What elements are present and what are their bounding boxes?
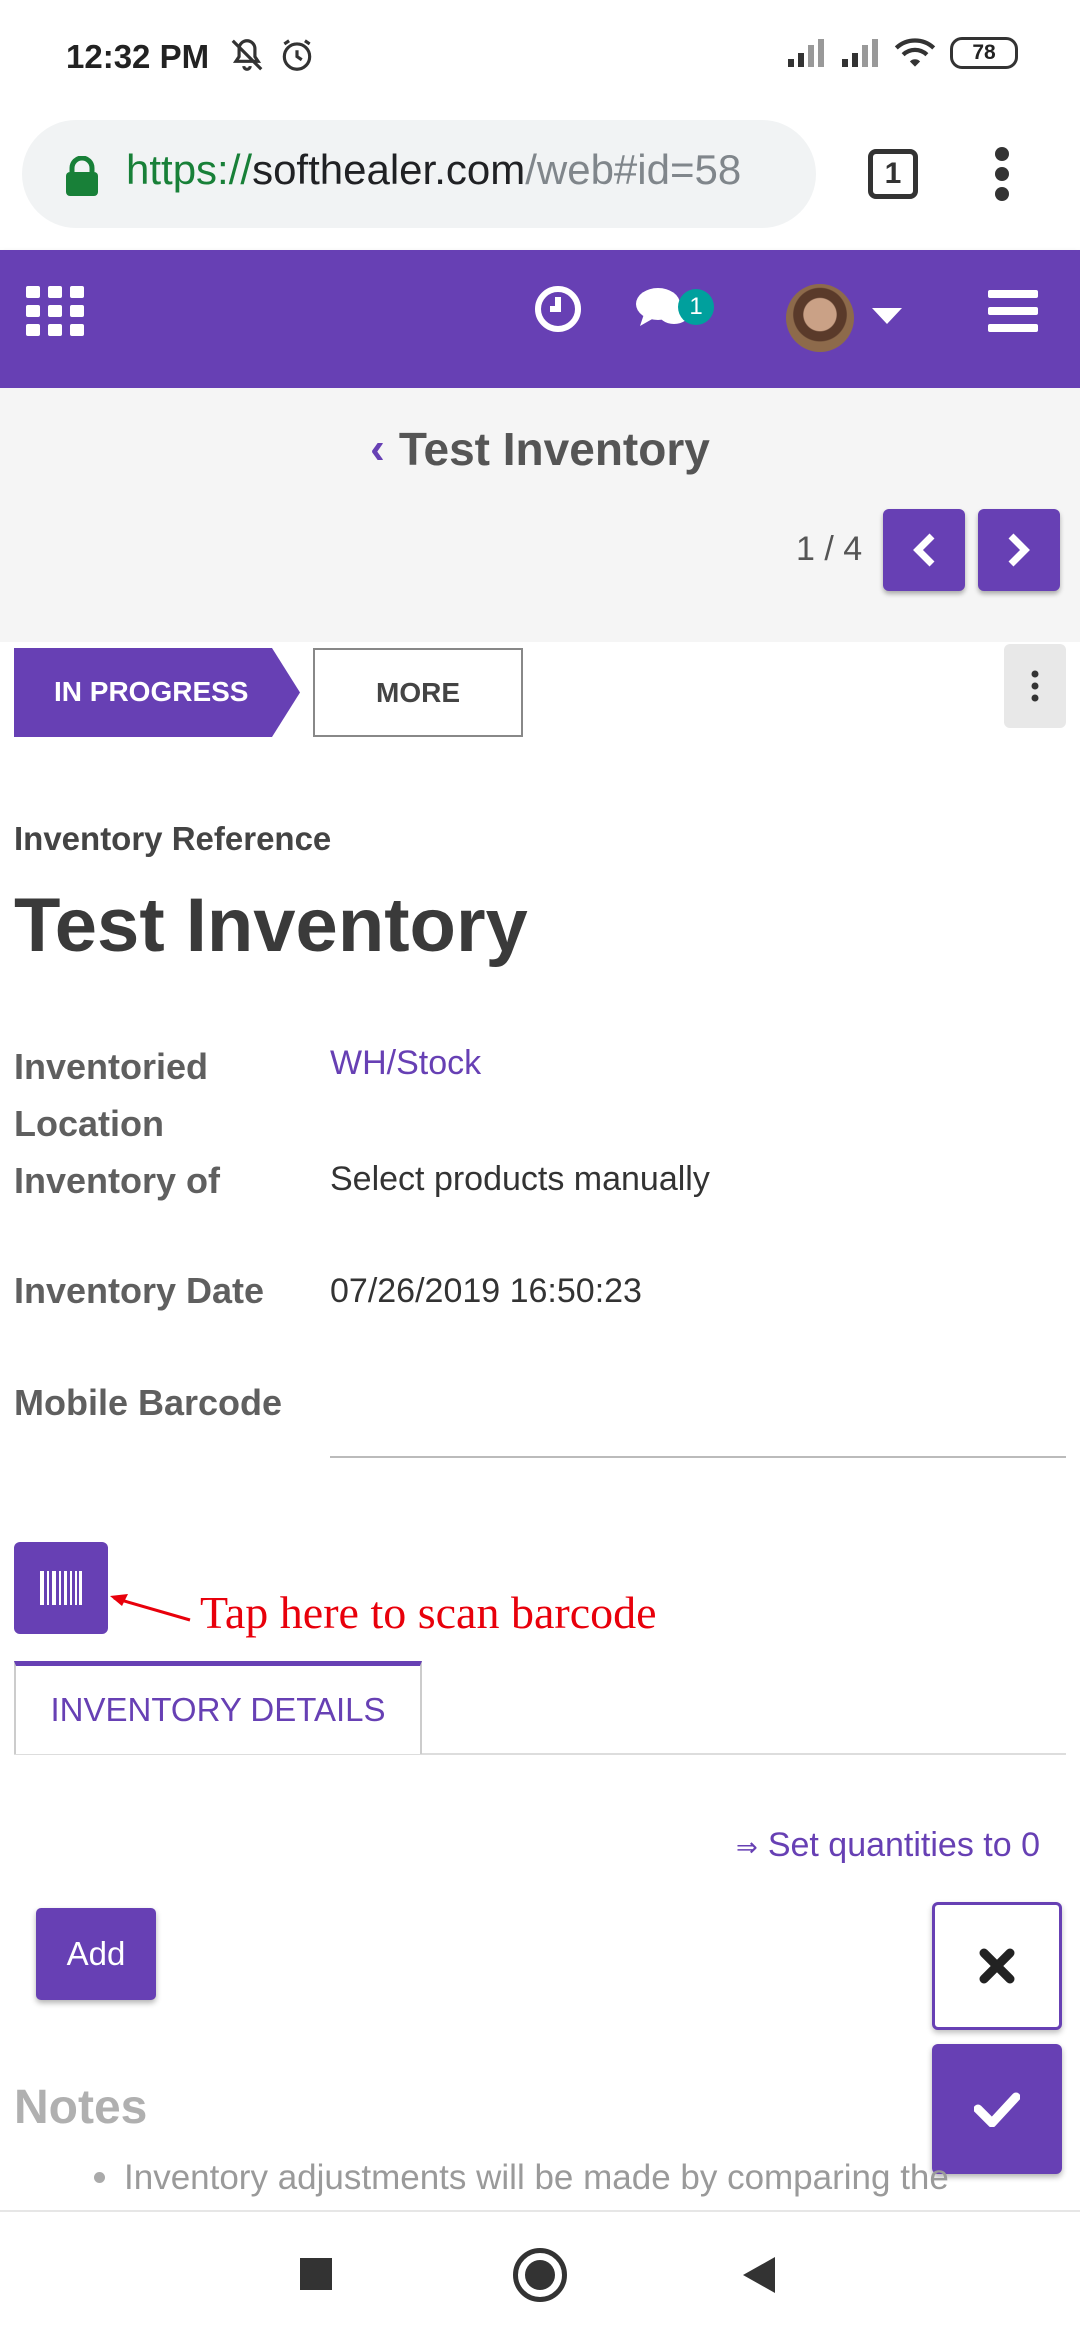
url-path: /web#id=58	[525, 146, 742, 193]
location-label: Inventoried Location	[14, 1046, 209, 1144]
pager-counter[interactable]: 1 / 4	[796, 530, 862, 569]
hamburger-icon[interactable]	[988, 290, 1038, 332]
inventory-of-value[interactable]: Select products manually	[330, 1160, 710, 1199]
status-icons-left	[228, 36, 316, 74]
location-link[interactable]: WH/Stock	[330, 1044, 481, 1083]
mobile-barcode-input[interactable]	[330, 1374, 1066, 1458]
chevron-left-icon[interactable]: ‹	[370, 424, 385, 474]
save-button[interactable]	[932, 2044, 1062, 2174]
caret-down-icon[interactable]	[872, 308, 902, 326]
add-line-button[interactable]: Add	[36, 1908, 156, 2000]
inventory-of-label: Inventory of	[14, 1160, 221, 1201]
more-button[interactable]: MORE	[313, 648, 523, 737]
chevron-left-icon	[913, 533, 935, 567]
chevron-right-icon	[1008, 533, 1030, 567]
record-title[interactable]: Test Inventory	[14, 882, 528, 969]
reference-label: Inventory Reference	[14, 820, 332, 857]
annotation-arrow	[110, 1594, 191, 1622]
inventory-date-value[interactable]: 07/26/2019 16:50:23	[330, 1272, 642, 1311]
stage-label: IN PROGRESS	[54, 676, 249, 707]
scan-annotation-text: Tap here to scan barcode	[200, 1587, 657, 1638]
tab-inventory-details[interactable]: INVENTORY DETAILS	[14, 1661, 422, 1754]
set-quantities-label: Set quantities to 0	[767, 1826, 1040, 1864]
notes-bullet	[94, 2172, 105, 2183]
mute-icon	[231, 39, 263, 71]
url-host: softhealer.com	[252, 146, 526, 193]
avatar[interactable]	[786, 284, 854, 352]
status-icons-right: 78	[786, 36, 1018, 70]
tabs-button[interactable]: 1	[868, 149, 918, 199]
url-text[interactable]: https://softhealer.com/web#id=58	[126, 146, 792, 194]
back-icon[interactable]	[741, 2255, 777, 2295]
more-vert-icon[interactable]	[992, 146, 1012, 202]
battery-icon: 78	[950, 37, 1018, 69]
breadcrumb[interactable]: ‹ Test Inventory	[0, 422, 1080, 476]
notes-title: Notes	[14, 2081, 148, 2134]
lock-icon	[66, 156, 98, 196]
arrow-right-icon: ⇒	[736, 1832, 758, 1862]
scan-barcode-button[interactable]	[14, 1542, 108, 1634]
discard-button[interactable]	[932, 1902, 1062, 2030]
barcode-icon	[40, 1571, 82, 1605]
apps-grid-icon[interactable]	[26, 286, 84, 336]
clock-icon[interactable]	[534, 285, 582, 333]
set-quantities-zero-link[interactable]: ⇒ Set quantities to 0	[736, 1826, 1040, 1865]
breadcrumb-title: Test Inventory	[398, 423, 710, 475]
pager-next-button[interactable]	[978, 509, 1060, 591]
signal-icon	[842, 39, 878, 67]
status-time: 12:32 PM	[66, 38, 210, 75]
more-vert-icon	[1031, 670, 1039, 702]
signal-icon	[788, 39, 824, 67]
url-scheme: https://	[126, 146, 253, 193]
alarm-icon	[282, 39, 312, 71]
close-icon	[979, 1948, 1015, 1984]
home-icon[interactable]	[513, 2248, 567, 2302]
mobile-barcode-label: Mobile Barcode	[14, 1382, 283, 1423]
wifi-icon	[894, 38, 936, 67]
notes-item: Inventory adjustments will be made by co…	[124, 2158, 949, 2197]
form-menu-button[interactable]	[1004, 644, 1066, 728]
recents-icon[interactable]	[300, 2258, 332, 2290]
chat-badge: 1	[678, 289, 714, 325]
check-icon	[974, 2092, 1020, 2127]
pager-previous-button[interactable]	[883, 509, 965, 591]
inventory-date-label: Inventory Date	[14, 1270, 265, 1311]
